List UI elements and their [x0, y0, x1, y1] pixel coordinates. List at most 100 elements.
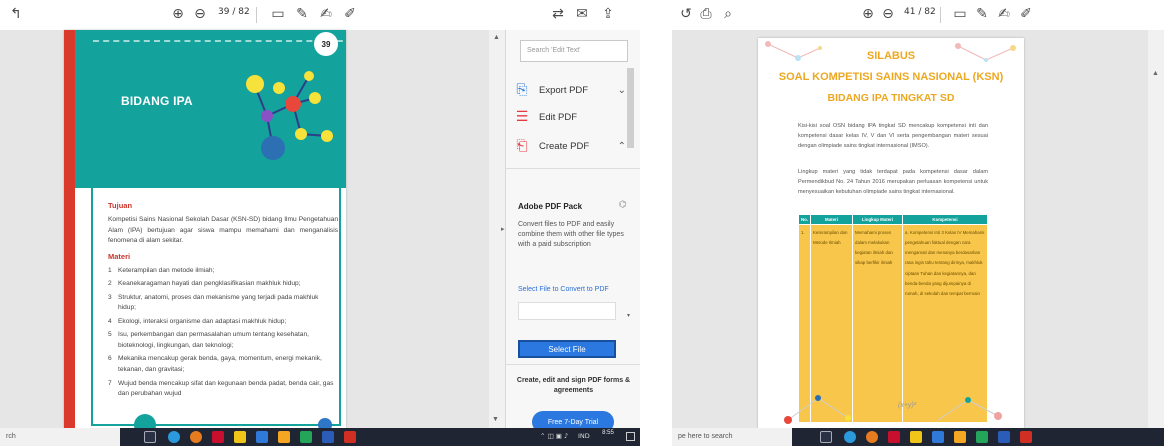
back-arrow-icon[interactable]: ↰ [6, 4, 26, 24]
page-number-field[interactable]: 41 / 82 [904, 7, 936, 23]
sign-icon[interactable]: ✐ [1016, 4, 1036, 24]
dashed-line [93, 40, 346, 42]
document-content: Tujuan Kompetisi Sains Nasional Sekolah … [108, 198, 338, 403]
upload-icon[interactable]: ⇪ [598, 4, 618, 24]
pen-icon[interactable]: ✎ [292, 4, 312, 24]
task-view-icon[interactable] [820, 431, 832, 443]
page-up-icon[interactable]: ⊕ [168, 4, 188, 24]
create-pdf-tool[interactable]: ⎗ Create PDF ⌃ [514, 134, 626, 158]
acrobat-icon[interactable] [344, 431, 356, 443]
list-item-number: 4 [108, 317, 112, 325]
create-sign-text: Create, edit and sign PDF forms & agreem… [516, 377, 631, 394]
pane-scroll-down-icon[interactable]: ▾ [627, 312, 630, 319]
netflix-icon[interactable] [888, 431, 900, 443]
word-icon[interactable] [998, 431, 1010, 443]
netflix-icon[interactable] [212, 431, 224, 443]
doc-paragraph-2: Lingkup materi yang tidak terdapat pada … [798, 169, 988, 195]
export-pdf-tool[interactable]: ⎘ Export PDF ⌄ [514, 78, 626, 102]
browser-icon[interactable] [844, 431, 856, 443]
kompetensi-text: Kompetensi Inti 3 Kelas IV Memahami peng… [905, 230, 985, 296]
molecule-illustration-icon [246, 71, 333, 160]
excel-icon[interactable] [976, 431, 988, 443]
share-icon[interactable]: ↺ [676, 4, 696, 24]
search-edit-text-input[interactable]: Search 'Edit Text' [520, 40, 628, 62]
left-document-page: 39 BIDANG IPA Tujuan Kompetisi Sains Nas… [64, 30, 346, 428]
page-total: / 82 [918, 7, 936, 17]
select-file-button[interactable]: Select File [518, 340, 616, 358]
pane-collapse-icon[interactable]: ▸ [501, 225, 507, 235]
materi-list: 1 Keterampilan dan metode ilmiah; 2 Keaneka… [108, 266, 338, 400]
select-file-link[interactable]: Select File to Convert to PDF [518, 286, 609, 293]
pen-icon[interactable]: ✎ [972, 4, 992, 24]
comment-icon[interactable]: ▭ [268, 4, 288, 24]
excel-icon[interactable] [300, 431, 312, 443]
mail-icon[interactable]: ✉ [572, 4, 592, 24]
file-explorer-icon[interactable] [910, 431, 922, 443]
pack-description: Convert files to PDF and easily combine … [518, 221, 624, 249]
doc-title-bidang: BIDANG IPA TINGKAT SD [827, 92, 955, 104]
notification-icon[interactable] [626, 432, 635, 441]
page-current: 39 [218, 7, 230, 17]
sign-icon[interactable]: ✐ [340, 4, 360, 24]
chevron-up-icon[interactable]: ⌃ [618, 141, 626, 152]
list-item: 6 Mekanika mencakup gerak benda, gaya, mo… [108, 354, 338, 375]
list-item: 7 Wujud benda mencakup sifat dan kegunaan… [108, 379, 338, 400]
file-explorer-icon[interactable] [234, 431, 246, 443]
scroll-down-icon[interactable]: ▼ [492, 416, 499, 423]
print-icon[interactable]: ⎙ [696, 4, 716, 24]
page-number-field[interactable]: 39 / 82 [218, 7, 250, 23]
page-current: 41 [904, 7, 916, 17]
tray-icons[interactable]: ⌃ ◫ ▣ ♪ [540, 432, 568, 440]
edit-pdf-tool[interactable]: ☰ Edit PDF [514, 105, 626, 129]
pack-tag-icon: ⌬ [619, 200, 627, 210]
tools-pane: Search 'Edit Text' ⎘ Export PDF ⌄ ☰ Edit… [505, 30, 640, 433]
page-up-icon[interactable]: ⊕ [858, 4, 878, 24]
pane-scrollbar-thumb[interactable] [627, 68, 634, 148]
page-down-icon[interactable]: ⊖ [878, 4, 898, 24]
list-item-text: Struktur, anatomi, proses dan mekanisme … [118, 293, 319, 312]
acrobat-icon[interactable] [1020, 431, 1032, 443]
mail-app-icon[interactable] [256, 431, 268, 443]
list-item: 4 Ekologi, interaksi organisme dan adapta… [108, 317, 338, 328]
materi-heading: Materi [108, 251, 131, 261]
page-down-icon[interactable]: ⊖ [190, 4, 210, 24]
firefox-icon[interactable] [190, 431, 202, 443]
right-document-canvas: SILABUS SOAL KOMPETISI SAINS NASIONAL (K… [672, 30, 1164, 428]
kompetensi-number: a. [905, 230, 909, 235]
scroll-up-icon[interactable]: ▲ [1152, 70, 1159, 77]
browser-icon[interactable] [168, 431, 180, 443]
export-pdf-label: Export PDF [539, 84, 589, 96]
list-item: 2 Keanekaragaman hayati dan pengklasifika… [108, 279, 338, 290]
share-icon[interactable]: ⇄ [548, 4, 568, 24]
photos-icon[interactable] [278, 431, 290, 443]
page-total: / 82 [232, 7, 250, 17]
toolbar-divider [940, 7, 941, 23]
right-acrobat-window: ↺ ⎙ ⌕ ⊕ ⊖ 41 / 82 ▭ ✎ ✍ ✐ SILABUS SOAL K… [672, 0, 1164, 446]
firefox-icon[interactable] [866, 431, 878, 443]
list-item-text: Wujud benda mencakup sifat dan kegunaan … [118, 379, 334, 398]
zoom-icon[interactable]: ⌕ [718, 4, 738, 24]
taskbar-clock[interactable]: 8:55 [596, 430, 620, 437]
list-item-text: Keanekaragaman hayati dan pengklasifikas… [118, 280, 301, 288]
taskbar-search[interactable]: rch [0, 428, 120, 446]
right-document-page: SILABUS SOAL KOMPETISI SAINS NASIONAL (K… [758, 38, 1024, 428]
taskbar-search[interactable]: pe here to search [672, 428, 792, 446]
word-icon[interactable] [322, 431, 334, 443]
list-item: 1 Keterampilan dan metode ilmiah; [108, 266, 338, 277]
photos-icon[interactable] [954, 431, 966, 443]
edit-pdf-icon: ☰ [515, 109, 529, 125]
chevron-down-icon[interactable]: ⌄ [618, 85, 626, 96]
document-scrollbar[interactable]: ▲ [1148, 30, 1164, 428]
tray-language[interactable]: IND [578, 432, 590, 440]
highlight-icon[interactable]: ✍ [994, 4, 1014, 24]
highlight-icon[interactable]: ✍ [316, 4, 336, 24]
comment-icon[interactable]: ▭ [950, 4, 970, 24]
task-view-icon[interactable] [144, 431, 156, 443]
bottom-network-decoration-icon [784, 395, 1002, 424]
file-input[interactable] [518, 302, 616, 320]
pane-divider [506, 364, 640, 365]
mail-app-icon[interactable] [932, 431, 944, 443]
right-toolbar: ↺ ⎙ ⌕ ⊕ ⊖ 41 / 82 ▭ ✎ ✍ ✐ [672, 0, 1164, 30]
list-item-number: 3 [108, 293, 112, 301]
scroll-up-icon[interactable]: ▲ [493, 34, 500, 41]
